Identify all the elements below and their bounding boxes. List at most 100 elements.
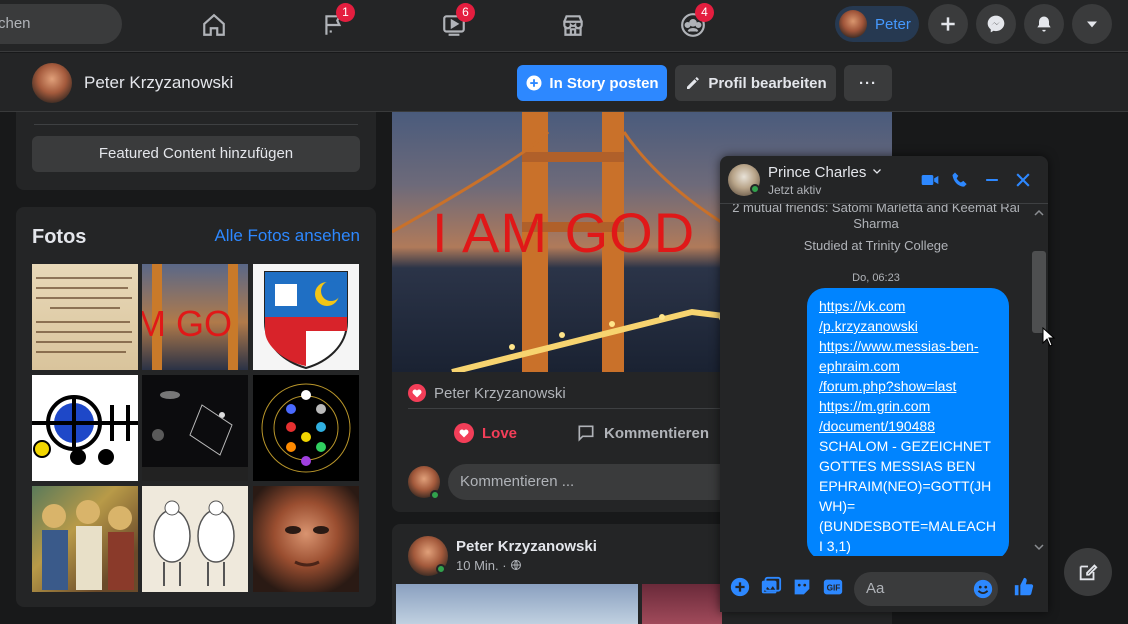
messenger-button[interactable] [976,4,1016,44]
add-to-story-button[interactable]: In Story posten [517,65,667,101]
chat-header: Prince Charles Jetzt aktiv [720,156,1048,204]
emoji-button[interactable] [972,578,994,600]
comment-icon [578,425,594,442]
globe-icon [511,560,522,570]
message-link[interactable]: ephraim.com [819,356,997,376]
message-link[interactable]: https://www.messias-ben- [819,336,997,356]
chat-window: Prince Charles Jetzt aktiv 2 mutual frie… [720,156,1048,612]
mosaic-image [42,500,134,590]
message-link[interactable]: https://vk.com [819,296,997,316]
portrait-image [285,526,329,567]
divider [34,124,358,125]
message-text: WH)= [819,498,856,514]
groups-badge: 4 [695,3,714,22]
nav-marketplace[interactable] [553,6,593,44]
chat-scrollbar[interactable] [1031,205,1047,557]
watch-badge: 6 [456,3,475,22]
photo-thumbnail[interactable]: M GO [142,264,248,370]
messenger-icon [987,15,1005,33]
minimize-chat-button[interactable] [980,168,1004,192]
tree-of-life-image [261,383,351,473]
account-menu-button[interactable] [1072,4,1112,44]
voice-call-button[interactable] [948,168,972,192]
profile-header-bar: Peter Krzyzanowski In Story posten Profi… [0,53,1128,112]
photo-thumbnail[interactable] [253,486,359,592]
gif-button[interactable]: GIF [822,576,844,598]
more-options-button[interactable]: ··· [844,65,892,101]
post-author[interactable]: Peter Krzyzanowski [456,538,597,555]
add-featured-button[interactable]: Featured Content hinzufügen [32,136,360,172]
scrollbar-thumb[interactable] [1032,251,1046,333]
new-message-button[interactable] [1064,548,1112,596]
photo-thumbnail[interactable] [32,375,138,481]
profile-name[interactable]: Peter Krzyzanowski [84,73,233,93]
edit-profile-button[interactable]: Profil bearbeiten [675,65,836,101]
scroll-down-icon [1034,544,1044,551]
comment-label: Kommentieren [604,424,710,442]
create-button[interactable] [928,4,968,44]
nav-watch[interactable]: 6 [434,3,475,44]
close-icon [1016,173,1030,187]
mutual-friends-text: 2 mutual friends: Satomi Marletta and Ke… [732,204,1020,231]
plus-circle-icon [526,75,542,91]
close-chat-button[interactable] [1011,168,1035,192]
heart-icon [454,423,474,443]
education-text: Studied at Trinity College [803,238,949,253]
love-button[interactable]: Love [454,423,517,443]
message-link[interactable]: /p.krzyzanowski [819,316,997,336]
comment-button[interactable]: Kommentieren [576,423,709,443]
profile-chip-name: Peter [875,15,911,33]
more-actions-button[interactable] [729,576,751,598]
reactions-summary[interactable]: Peter Krzyzanowski [408,384,566,402]
thumbs-up-icon [1014,577,1034,596]
text-document-image [36,277,132,353]
online-indicator [430,490,440,500]
love-label: Love [482,424,518,442]
post-image[interactable] [396,584,638,624]
coat-of-arms-image [264,271,348,370]
notifications-button[interactable] [1024,4,1064,44]
message-text: GOTTES MESSIAS BEN [819,458,976,474]
photo-thumbnail[interactable] [253,264,359,370]
photo-thumbnail[interactable] [32,264,138,370]
attach-photo-button[interactable] [760,576,782,598]
message-link[interactable]: /document/190488 [819,416,997,436]
search-input[interactable]: chen [0,4,122,44]
online-indicator [436,564,446,574]
message-timestamp: Do, 06:23 [852,272,900,284]
chat-status: Jetzt aktiv [768,183,822,197]
message-link[interactable]: /forum.php?show=last [819,376,997,396]
video-call-button[interactable] [918,168,942,192]
photo-thumbnail[interactable] [142,375,248,481]
pencil-icon [687,77,700,89]
minus-icon [986,178,998,182]
add-to-story-label: In Story posten [549,74,659,92]
top-navigation-bar: chen 1 6 4 Peter [0,0,1128,52]
photo-thumbnail[interactable] [142,486,248,592]
like-button[interactable] [1013,576,1035,598]
nav-home[interactable] [194,6,234,44]
emoji-icon [973,579,993,599]
chevron-down-icon [1087,21,1097,28]
nav-pages[interactable]: 1 [314,3,355,44]
pages-badge: 1 [336,3,355,22]
photo-thumbnail[interactable] [253,375,359,481]
post-image[interactable] [642,584,722,624]
scroll-up-icon [1034,209,1044,216]
photos-title: Fotos [32,226,87,248]
chat-contact-name[interactable]: Prince Charles [768,164,883,181]
sticker-button[interactable] [791,576,813,598]
message-link[interactable]: https://m.grin.com [819,396,997,416]
message-text: SCHALOM - GEZEICHNET [819,438,991,454]
nav-groups[interactable]: 4 [673,3,714,44]
see-all-photos-link[interactable]: Alle Fotos ansehen [214,226,360,246]
video-camera-icon [921,175,939,185]
profile-chip[interactable]: Peter [835,6,919,42]
edit-profile-label: Profil bearbeiten [708,74,827,92]
chat-messages: 2 mutual friends: Satomi Marletta and Ke… [720,204,1032,556]
love-reaction-icon [408,384,426,402]
avatar[interactable] [32,63,72,103]
photo-thumbnail[interactable] [32,486,138,592]
message-bubble[interactable]: https://vk.com /p.krzyzanowski https://w… [807,288,1009,556]
post-timestamp[interactable]: 10 Min. · [456,558,522,573]
